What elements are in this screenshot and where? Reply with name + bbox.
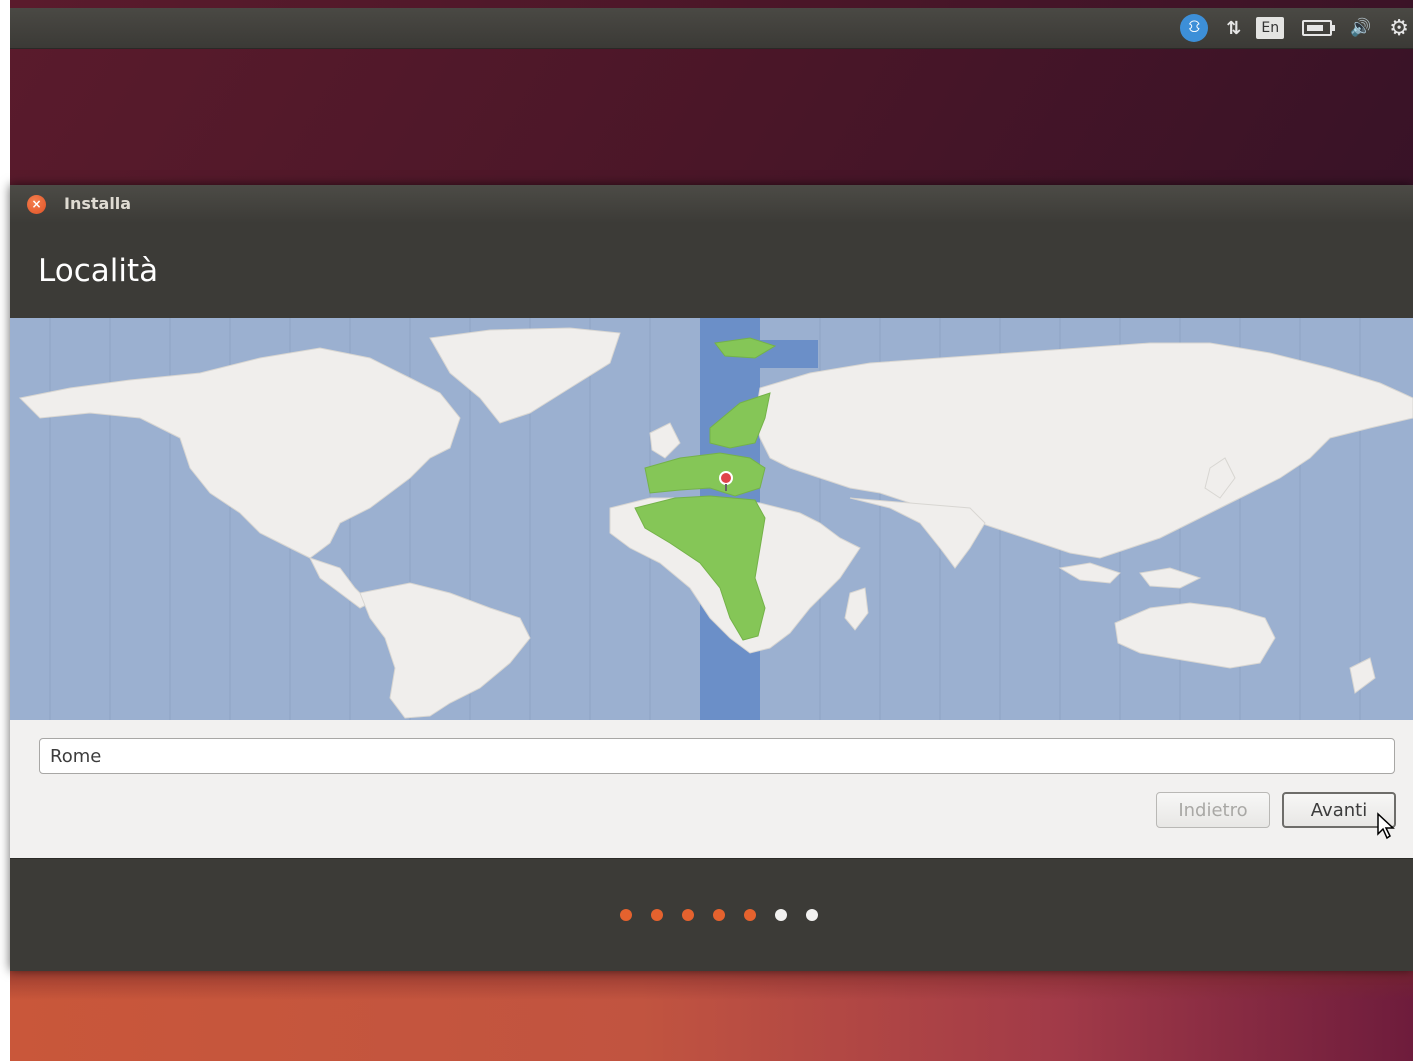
accessibility-icon: ⛻ [1180,14,1209,42]
progress-dot [713,909,725,921]
page-header: Località [10,223,1413,318]
progress-dot [620,909,632,921]
back-button[interactable]: Indietro [1156,792,1270,828]
accessibility-menu[interactable]: ⛻ [1180,14,1209,42]
keyboard-layout-indicator[interactable]: En [1256,17,1285,39]
progress-dot [775,909,787,921]
progress-dot [806,909,818,921]
location-input[interactable] [39,738,1395,774]
system-tray: ⛻ ⇅ En 🔊 ⚙ [1180,8,1413,48]
mouse-pointer-icon [1377,812,1395,840]
window-titlebar: × Installa [10,185,1413,223]
progress-dot [651,909,663,921]
world-map-svg [10,318,1413,720]
timezone-map[interactable] [10,318,1413,720]
gear-icon[interactable]: ⚙ [1389,16,1409,41]
progress-dot [682,909,694,921]
progress-dots [620,909,837,921]
installer-window: × Installa Località Rome Indietro Avanti [10,185,1413,971]
location-form: Indietro Avanti [10,720,1413,858]
top-panel: ⛻ ⇅ En 🔊 ⚙ [10,8,1413,49]
progress-footer [10,858,1413,971]
volume-icon[interactable]: 🔊 [1350,18,1371,38]
page-title: Località [38,253,159,289]
progress-dot [744,909,756,921]
close-icon[interactable]: × [27,195,46,214]
keyboard-layout-label: En [1256,17,1285,39]
desktop-wallpaper-bottom [10,970,1413,1061]
window-title: Installa [64,194,132,213]
battery-indicator[interactable] [1302,20,1336,36]
battery-icon [1302,20,1336,36]
network-arrows-icon[interactable]: ⇅ [1226,18,1241,39]
